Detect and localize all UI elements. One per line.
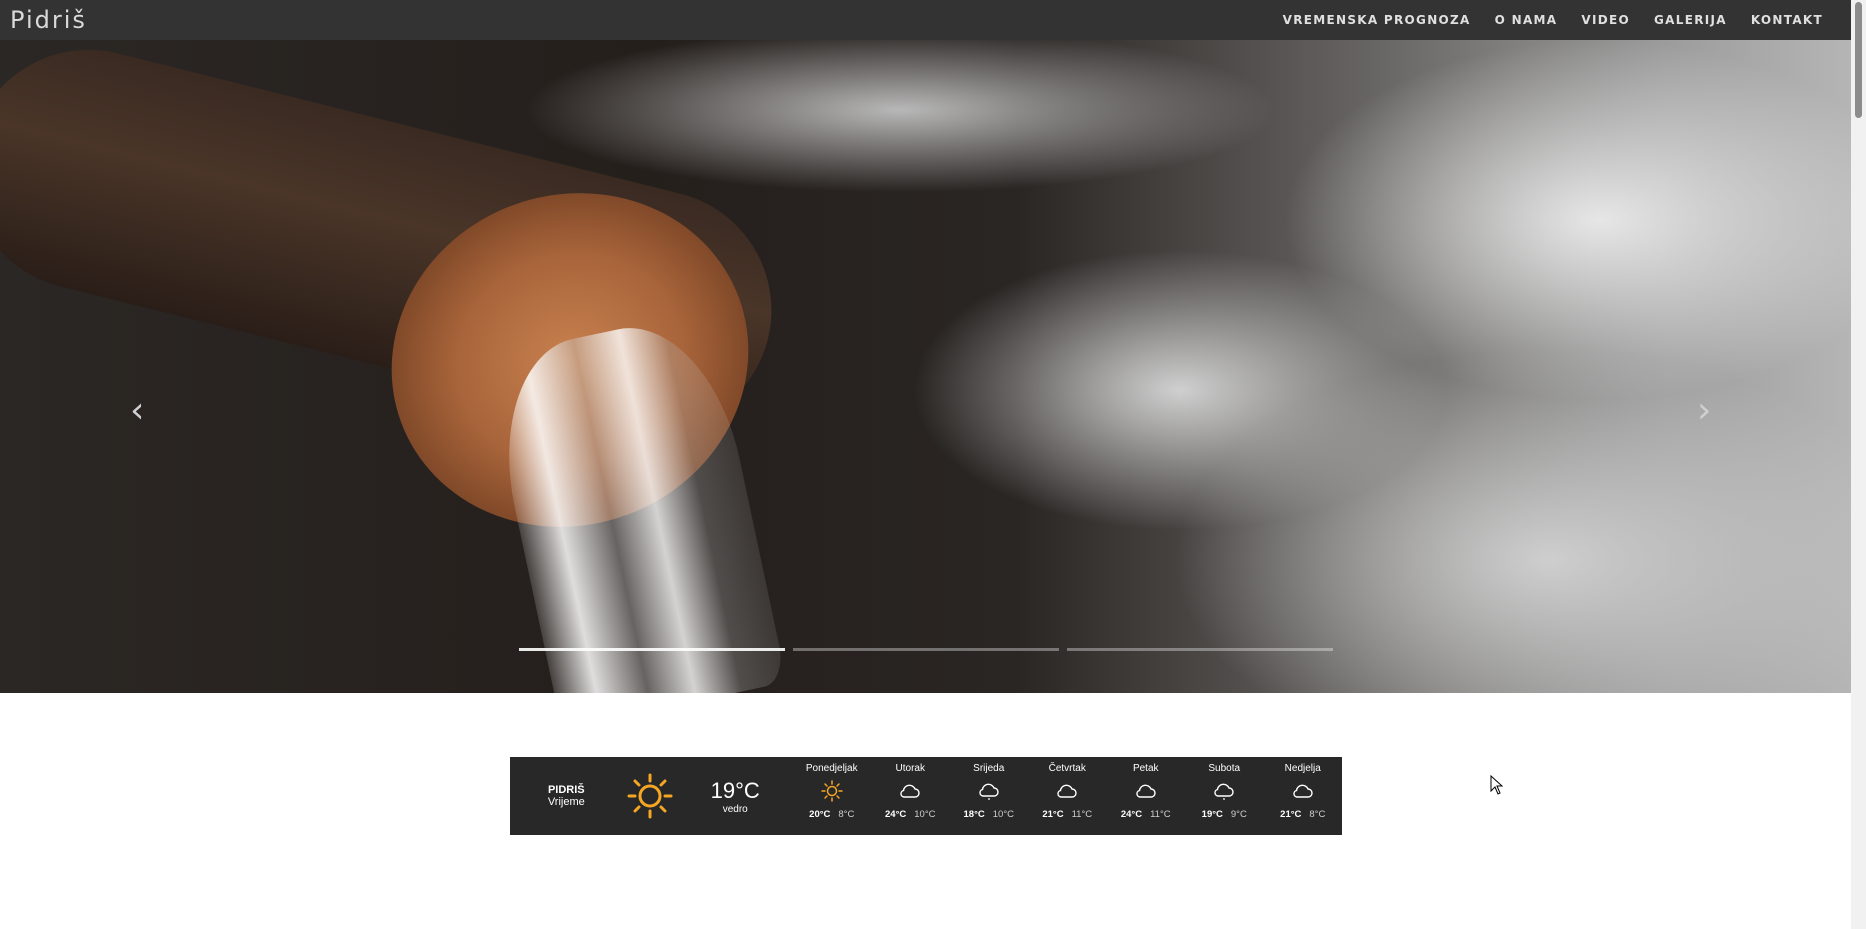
carousel-indicator-3[interactable] [1067,648,1333,651]
weather-location-name: PIDRIŠ [547,784,585,796]
cloud-icon [1291,776,1315,806]
day-high: 21°C [1042,809,1064,820]
day-high: 24°C [885,809,907,820]
day-name: Ponedjeljak [805,763,858,774]
day-low: 10°C [914,809,936,820]
forecast-day: Utorak 24°C 10°C [871,757,950,835]
day-name: Četvrtak [1048,763,1086,774]
cloud-icon [898,776,922,806]
cloud-icon [1134,776,1158,806]
carousel-indicators [519,648,1333,651]
weather-widget[interactable]: PIDRIŠ Vrijeme 19°C vedro Ponedjeljak 20… [510,757,1342,835]
day-low: 8°C [1309,809,1326,820]
carousel-indicator-1[interactable] [519,648,785,651]
brand-logo[interactable]: Pidriš [10,6,87,34]
day-name: Nedjelja [1284,763,1321,774]
day-low: 11°C [1071,809,1093,820]
hero-carousel: ‹ › [0,40,1851,693]
forecast-day: Petak 24°C 11°C [1107,757,1186,835]
forecast-day: Srijeda 18°C 10°C [950,757,1029,835]
sun-icon [820,776,844,806]
nav-link-galerija[interactable]: GALERIJA [1642,13,1739,27]
forecast-day: Nedjelja 21°C 8°C [1264,757,1343,835]
day-high: 19°C [1201,809,1223,820]
carousel-indicator-2[interactable] [793,648,1059,651]
nav-link-video[interactable]: VIDEO [1569,13,1642,27]
day-high: 18°C [963,809,985,820]
weather-location: PIDRIŠ Vrijeme [510,757,623,835]
day-name: Utorak [895,763,925,774]
carousel-next-arrow-icon[interactable]: › [1697,390,1711,431]
day-high: 20°C [809,809,831,820]
carousel-prev-arrow-icon[interactable]: ‹ [130,390,144,431]
day-name: Petak [1132,763,1159,774]
cloud-drizzle-icon [977,776,1001,806]
current-temp: 19°C [710,777,760,803]
forecast-days: Ponedjeljak 20°C 8°C Utorak 24°C 10°C Srij… [793,757,1343,835]
nav-link-vremenska-prognoza[interactable]: VREMENSKA PROGNOZA [1271,13,1483,27]
forecast-day: Ponedjeljak 20°C 8°C [793,757,872,835]
weather-current: 19°C vedro [678,757,793,835]
day-name: Srijeda [973,763,1005,774]
current-desc: vedro [722,803,748,815]
forecast-day: Subota 19°C 9°C [1185,757,1264,835]
scrollbar-thumb[interactable] [1855,2,1862,118]
forecast-day: Četvrtak 21°C 11°C [1028,757,1107,835]
sun-icon [623,757,678,835]
weather-label: Vrijeme [547,796,585,808]
nav-link-kontakt[interactable]: KONTAKT [1739,13,1835,27]
page: Pidriš VREMENSKA PROGNOZA O NAMA VIDEO G… [0,0,1851,929]
navbar: Pidriš VREMENSKA PROGNOZA O NAMA VIDEO G… [0,0,1851,40]
day-high: 24°C [1120,809,1143,820]
cloud-icon [1055,776,1079,806]
day-low: 9°C [1230,809,1247,820]
nav-link-o-nama[interactable]: O NAMA [1483,13,1570,27]
day-low: 8°C [838,809,855,820]
day-low: 11°C [1150,809,1171,820]
day-low: 10°C [992,809,1014,820]
scrollbar[interactable] [1851,0,1866,929]
mouse-cursor-icon [1490,774,1504,800]
cloud-drizzle-icon [1212,776,1236,806]
nav-menu: VREMENSKA PROGNOZA O NAMA VIDEO GALERIJA… [1271,13,1835,27]
day-name: Subota [1208,763,1241,774]
day-high: 21°C [1280,809,1302,820]
